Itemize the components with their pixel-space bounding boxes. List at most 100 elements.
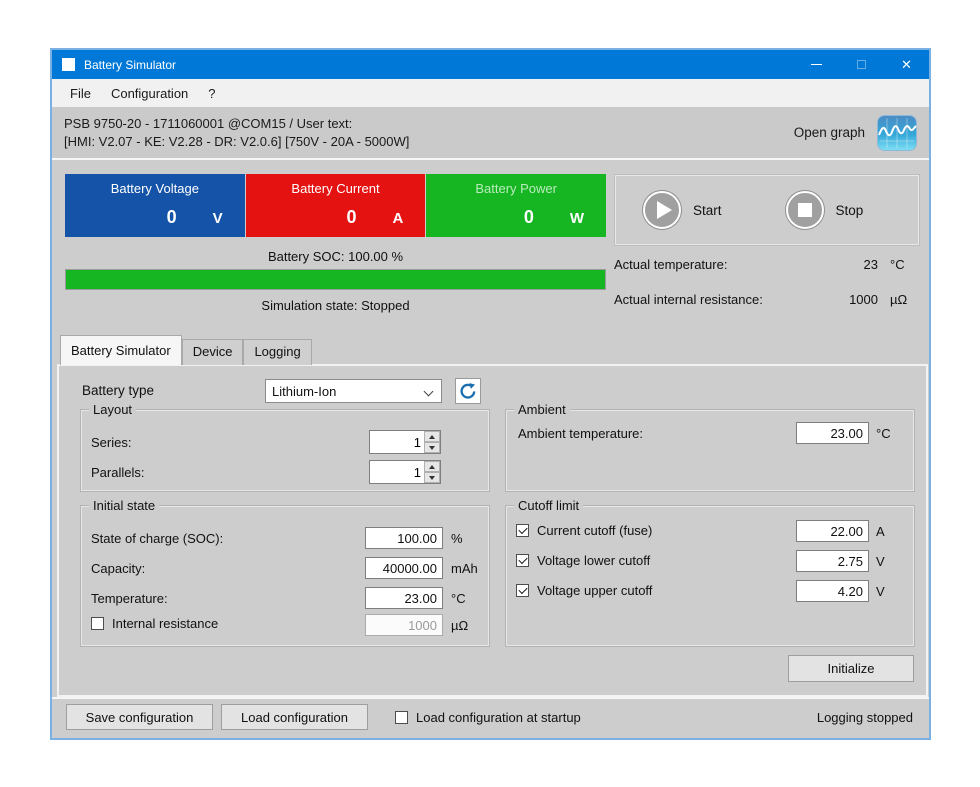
capacity-label: Capacity: — [91, 561, 145, 576]
ambient-group: Ambient Ambient temperature: °C — [505, 409, 915, 492]
voltage-lower-cutoff-checkbox[interactable] — [516, 554, 529, 567]
run-control-box: Start Stop — [614, 174, 920, 246]
battery-type-value: Lithium-Ion — [272, 384, 336, 399]
voltage-upper-cutoff-checkbox[interactable] — [516, 584, 529, 597]
parallels-spin-up[interactable] — [424, 461, 440, 472]
graph-icon — [877, 115, 917, 151]
battery-simulator-tab-panel: Battery type Lithium-Ion Layout Series: … — [57, 364, 928, 697]
initialize-button[interactable]: Initialize — [788, 655, 914, 682]
battery-current-label: Battery Current — [246, 181, 426, 196]
logging-status-text: Logging stopped — [817, 710, 913, 725]
voltage-lower-cutoff-input[interactable] — [796, 550, 869, 572]
current-cutoff-checkbox[interactable] — [516, 524, 529, 537]
actual-internal-resistance-row: Actual internal resistance: 1000 µΩ — [614, 292, 920, 307]
soc-label: State of charge (SOC): — [91, 531, 223, 546]
soc-bar-fill — [66, 270, 605, 289]
battery-voltage-value: 0 — [167, 207, 177, 228]
tab-logging[interactable]: Logging — [243, 339, 311, 365]
load-at-startup-label: Load configuration at startup — [416, 710, 581, 725]
temperature-label: Temperature: — [91, 591, 168, 606]
initial-state-group: Initial state State of charge (SOC): % C… — [80, 505, 490, 647]
start-label: Start — [693, 203, 722, 218]
soc-unit: % — [451, 531, 463, 546]
internal-resistance-checkbox-row[interactable]: Internal resistance — [91, 616, 218, 631]
menu-file[interactable]: File — [60, 82, 101, 105]
battery-type-label: Battery type — [82, 383, 154, 398]
menu-configuration[interactable]: Configuration — [101, 82, 198, 105]
voltage-lower-cutoff-checkbox-row[interactable]: Voltage lower cutoff — [516, 553, 650, 568]
current-cutoff-input[interactable] — [796, 520, 869, 542]
series-spin-up[interactable] — [424, 431, 440, 442]
save-configuration-button[interactable]: Save configuration — [66, 704, 213, 730]
minimize-button[interactable] — [794, 50, 839, 79]
battery-voltage-label: Battery Voltage — [65, 181, 245, 196]
voltage-upper-cutoff-input[interactable] — [796, 580, 869, 602]
battery-voltage-display: Battery Voltage 0 V — [65, 174, 245, 237]
soc-input[interactable] — [365, 527, 443, 549]
internal-resistance-checkbox[interactable] — [91, 617, 104, 630]
current-cutoff-checkbox-row[interactable]: Current cutoff (fuse) — [516, 523, 652, 538]
battery-type-select[interactable]: Lithium-Ion — [265, 379, 442, 403]
internal-resistance-label: Internal resistance — [112, 616, 218, 631]
ambient-temperature-label: Ambient temperature: — [518, 426, 643, 441]
voltage-upper-cutoff-label: Voltage upper cutoff — [537, 583, 652, 598]
battery-power-unit: W — [570, 210, 584, 227]
stop-button[interactable]: Stop — [786, 191, 864, 229]
battery-current-display: Battery Current 0 A — [246, 174, 426, 237]
stop-icon — [786, 191, 824, 229]
ambient-temperature-unit: °C — [876, 426, 891, 441]
current-cutoff-unit: A — [876, 524, 885, 539]
battery-power-display: Battery Power 0 W — [426, 174, 606, 237]
load-configuration-button[interactable]: Load configuration — [221, 704, 368, 730]
tab-device[interactable]: Device — [182, 339, 244, 365]
maximize-icon — [857, 60, 866, 69]
series-spin-down[interactable] — [424, 442, 440, 453]
series-input[interactable] — [370, 431, 424, 453]
open-graph-label: Open graph — [794, 125, 865, 140]
series-label: Series: — [91, 435, 131, 450]
actual-internal-resistance-value: 1000 — [832, 292, 878, 307]
app-icon — [62, 58, 75, 71]
device-info-bar: PSB 9750-20 - 1711060001 @COM15 / User t… — [52, 107, 929, 160]
temperature-input[interactable] — [365, 587, 443, 609]
load-at-startup-checkbox-row[interactable]: Load configuration at startup — [395, 710, 581, 725]
open-graph-button[interactable]: Open graph — [794, 115, 929, 151]
capacity-input[interactable] — [365, 557, 443, 579]
layout-group-title: Layout — [89, 402, 136, 417]
parallels-stepper[interactable] — [369, 460, 441, 484]
temperature-unit: °C — [451, 591, 466, 606]
parallels-spin-down[interactable] — [424, 472, 440, 483]
actual-internal-resistance-unit: µΩ — [890, 292, 920, 307]
refresh-icon — [459, 382, 477, 400]
parallels-label: Parallels: — [91, 465, 144, 480]
voltage-upper-cutoff-checkbox-row[interactable]: Voltage upper cutoff — [516, 583, 652, 598]
title-bar: Battery Simulator ✕ — [52, 50, 929, 79]
close-button[interactable]: ✕ — [884, 50, 929, 79]
ambient-temperature-input[interactable] — [796, 422, 869, 444]
close-icon: ✕ — [901, 57, 912, 73]
actual-temperature-unit: °C — [890, 257, 920, 272]
start-button[interactable]: Start — [643, 191, 722, 229]
minimize-icon — [811, 64, 822, 65]
maximize-button[interactable] — [839, 50, 884, 79]
layout-group: Layout Series: Parallels: — [80, 409, 490, 492]
actual-temperature-row: Actual temperature: 23 °C — [614, 257, 920, 272]
battery-voltage-unit: V — [213, 210, 223, 227]
stop-label: Stop — [836, 203, 864, 218]
window-title: Battery Simulator — [84, 58, 176, 72]
battery-soc-text: Battery SOC: 100.00 % — [65, 249, 606, 264]
tab-strip: Battery Simulator Device Logging — [60, 335, 312, 365]
voltage-upper-cutoff-unit: V — [876, 584, 885, 599]
actual-internal-resistance-label: Actual internal resistance: — [614, 292, 832, 307]
tab-battery-simulator[interactable]: Battery Simulator — [60, 335, 182, 365]
menu-help[interactable]: ? — [198, 82, 225, 105]
actual-temperature-value: 23 — [832, 257, 878, 272]
refresh-battery-type-button[interactable] — [455, 378, 481, 404]
load-at-startup-checkbox[interactable] — [395, 711, 408, 724]
chevron-down-icon — [424, 387, 434, 397]
internal-resistance-input — [365, 614, 443, 636]
series-stepper[interactable] — [369, 430, 441, 454]
soc-progress-bar — [65, 269, 606, 290]
initial-state-group-title: Initial state — [89, 498, 159, 513]
parallels-input[interactable] — [370, 461, 424, 483]
